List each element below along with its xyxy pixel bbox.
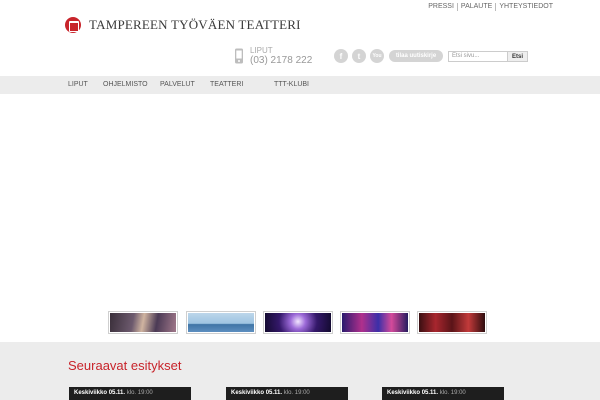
event-date: Keskiviikko 05.11. klo. 19:00 xyxy=(74,390,153,396)
logo-text: TAMPEREEN TYÖVÄEN TEATTERI xyxy=(89,17,301,32)
thumbnail-image xyxy=(188,313,254,332)
top-link-contact[interactable]: YHTEYSTIEDOT xyxy=(495,3,556,11)
tickets-number: (03) 2178 222 xyxy=(250,55,313,66)
thumbnail-image xyxy=(342,313,408,332)
logo-mark-icon xyxy=(65,17,81,33)
nav-item-programme[interactable]: OHJELMISTO xyxy=(103,81,148,88)
slide-thumbnail[interactable] xyxy=(263,311,333,334)
youtube-icon[interactable]: You xyxy=(370,49,384,63)
nav-item-club[interactable]: TTT-KLUBI xyxy=(274,81,309,88)
thumbnail-image xyxy=(265,313,331,332)
thumbnail-image xyxy=(419,313,485,332)
phone-icon xyxy=(235,48,243,64)
social-links: f t You xyxy=(334,49,388,63)
page: PRESSI PALAUTE YHTEYSTIEDOT TAMPEREEN TY… xyxy=(0,0,600,400)
event-card[interactable]: Keskiviikko 05.11. klo. 19:00 xyxy=(382,387,504,400)
tickets-phone[interactable]: LIPUT (03) 2178 222 xyxy=(234,46,312,66)
nav-item-services[interactable]: PALVELUT xyxy=(160,81,195,88)
top-links: PRESSI PALAUTE YHTEYSTIEDOT xyxy=(425,3,556,11)
site-logo[interactable]: TAMPEREEN TYÖVÄEN TEATTERI xyxy=(65,17,301,33)
event-date: Keskiviikko 05.11. klo. 19:00 xyxy=(231,390,310,396)
upcoming-title: Seuraavat esitykset xyxy=(68,358,182,373)
search-input[interactable]: Etsi sivu... xyxy=(448,51,508,62)
facebook-icon[interactable]: f xyxy=(334,49,348,63)
main-nav: LIPUT OHJELMISTO PALVELUT TEATTERI TTT-K… xyxy=(0,76,600,94)
nav-item-tickets[interactable]: LIPUT xyxy=(68,81,88,88)
event-card[interactable]: Keskiviikko 05.11. klo. 19:00 xyxy=(69,387,191,400)
top-link-press[interactable]: PRESSI xyxy=(425,3,457,11)
slide-thumbnail[interactable] xyxy=(186,311,256,334)
top-link-feedback[interactable]: PALAUTE xyxy=(456,3,495,11)
slide-thumbnail[interactable] xyxy=(417,311,487,334)
search-button[interactable]: Etsi xyxy=(508,51,528,62)
newsletter-button[interactable]: tilaa uutiskirje xyxy=(389,50,443,62)
twitter-icon[interactable]: t xyxy=(352,49,366,63)
hero-slideshow[interactable] xyxy=(0,94,600,308)
nav-item-theatre[interactable]: TEATTERI xyxy=(210,81,243,88)
slide-thumbnail[interactable] xyxy=(108,311,178,334)
event-date: Keskiviikko 05.11. klo. 19:00 xyxy=(387,390,466,396)
thumbnail-image xyxy=(110,313,176,332)
search-form: Etsi sivu... Etsi xyxy=(448,51,528,62)
slide-thumbnail[interactable] xyxy=(340,311,410,334)
event-card[interactable]: Keskiviikko 05.11. klo. 19:00 xyxy=(226,387,348,400)
